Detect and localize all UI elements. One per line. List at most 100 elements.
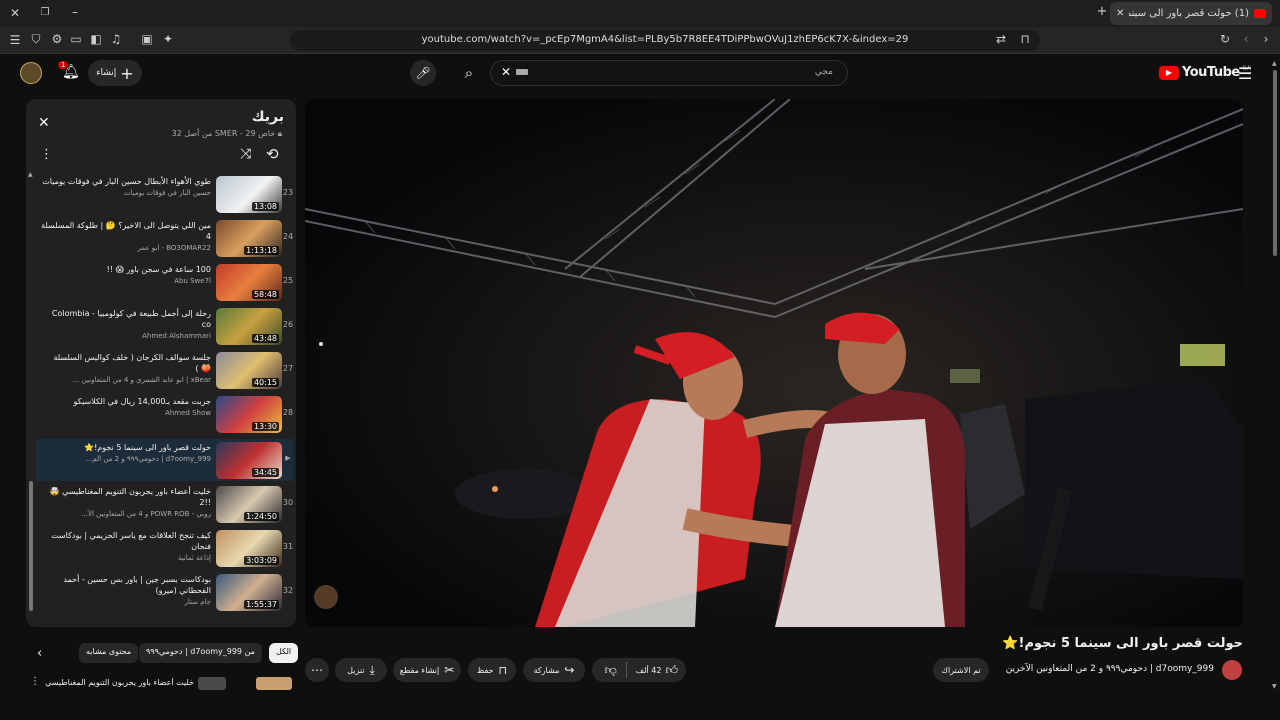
shuffle-icon[interactable]: ⤨ [240,146,251,162]
duration-badge: 43:48 [251,334,279,343]
clip-button[interactable]: ✂ إنشاء مقطع [393,658,461,682]
minimize-window-icon[interactable]: – [67,5,83,21]
close-tab-icon[interactable]: ✕ [1116,8,1124,19]
notifications-bell[interactable]: 🔔︎ 1 [58,61,80,81]
item-channel[interactable]: BO3OMAR22 - ابو عمر [41,244,211,252]
next-list-item[interactable]: ⋮ خليت أعضاء باور يجربون التنويم المغناط… [30,676,295,690]
voice-search-button[interactable]: 🎤︎ [410,60,436,86]
music-icon[interactable]: ♫ [108,32,124,48]
bookmark-icon[interactable]: ⊓ [1017,32,1033,48]
address-field[interactable]: youtube.com/watch?v=_pcEp7MgmA4&list=PLB… [290,30,1040,51]
chip-from-channel[interactable]: من d7oomy_999 | دحومي٩٩٩ [139,643,262,663]
video-thumbnail[interactable]: 34:45 [216,442,282,479]
thumbs-down-icon[interactable]: 👎︎ [605,663,617,678]
video-player[interactable] [305,99,1243,627]
restore-window-icon[interactable]: ❐ [37,6,53,22]
browser-tab-active[interactable]: (1) حولت قصر باور الى سينما 5 ✕ [1110,2,1272,25]
list-item[interactable]: 32 1:55:37 بودكاست بسبر جين | باور بس حس… [36,571,294,615]
keyboard-icon[interactable] [516,69,528,75]
item-channel[interactable]: حسين البار في فوقات يوميات [41,189,211,197]
tabs-icon[interactable]: ▭ [68,32,84,48]
like-button[interactable]: 👍︎ 42 ألف [636,663,678,678]
repeat-icon[interactable]: ⟲ [266,145,279,163]
item-title[interactable]: جلسة سوالف الكرجان ( خلف كواليس السلسلة … [41,352,211,374]
list-item[interactable]: 25 58:48 100 ساعة في سجن باور 😱 !! Abu Sw… [36,261,294,305]
item-title[interactable]: مين اللي يتوصل الى الاخير؟ 🤔 | طلوكة الم… [41,220,211,242]
close-icon[interactable]: ✕ [38,115,50,131]
item-channel[interactable]: روبي - POWR ROB و 4 من المتعاونين الآ... [41,510,211,518]
video-thumbnail[interactable]: 1:24:50 [216,486,282,523]
close-window-icon[interactable]: ✕ [7,6,23,22]
puzzle-icon[interactable]: ✦ [160,32,176,48]
chevron-left-icon[interactable]: ‹ [37,646,42,661]
list-item[interactable]: 24 1:13:18 مين اللي يتوصل الى الاخير؟ 🤔 … [36,217,294,261]
video-thumbnail[interactable]: 13:30 [216,396,282,433]
list-item-current[interactable]: ▶ 34:45 حولت قصر باور الى سينما 5 نجوم!⭐… [36,439,294,481]
guide-menu-icon[interactable]: ☰ [1238,64,1252,83]
forward-icon[interactable]: › [1258,32,1274,48]
item-title[interactable]: خليت أعضاء باور يجربون التنويم المغناطيس… [41,486,211,508]
more-options-icon[interactable]: ⋮ [40,147,53,162]
download-icon: ⤓ [369,662,375,677]
back-icon[interactable]: ‹ [1238,32,1254,48]
shield-icon[interactable]: ⛉ [28,32,44,48]
item-channel[interactable]: d7oomy_999 | دحومي٩٩٩ و 2 من الم... [41,455,211,463]
video-thumbnail[interactable]: 1:13:18 [216,220,282,257]
youtube-logo[interactable]: ▶ YouTube SA [1159,65,1251,80]
download-button[interactable]: ⤓ تنزيل [335,658,387,682]
item-title[interactable]: 100 ساعة في سجن باور 😱 !! [41,264,211,275]
search-button[interactable]: ⌕ [455,60,483,86]
video-thumbnail[interactable]: 58:48 [216,264,282,301]
item-channel[interactable]: Ahmed Alshammari [41,332,211,340]
list-item[interactable]: 28 13:30 جربت مقعد بـ14,000 ريال في الكل… [36,393,294,437]
list-item[interactable]: 31 3:03:09 كيف تنجح العلاقات مع ياسر الح… [36,527,294,571]
more-actions-button[interactable]: ⋯ [305,658,329,682]
scroll-up-icon[interactable]: ▲ [1272,60,1277,67]
scroll-up-icon[interactable]: ▲ [28,171,33,178]
save-button[interactable]: ⊓ حفظ [468,658,516,682]
scroll-down-icon[interactable]: ▼ [1272,683,1277,690]
extensions-icon[interactable]: ⚙ [49,32,65,48]
scrollbar-thumb[interactable] [1273,70,1277,256]
clear-search-icon[interactable]: ✕ [501,65,511,79]
channel-name[interactable]: d7oomy_999 | دحومي٩٩٩ و 2 من المتعاونين … [1006,664,1214,674]
avatar[interactable] [20,62,42,84]
item-title[interactable]: طوي الأهواء الأبطال حسين البار في فوقات … [41,176,211,187]
video-thumbnail[interactable]: 43:48 [216,308,282,345]
video-thumbnail[interactable]: 40:15 [216,352,282,389]
create-button[interactable]: إنشاء + [88,60,142,86]
item-title[interactable]: جربت مقعد بـ14,000 ريال في الكلاسيكو [41,396,211,407]
item-title[interactable]: بودكاست بسبر جين | باور بس حسين - أحمد ا… [41,574,211,596]
list-item[interactable]: 27 40:15 جلسة سوالف الكرجان ( خلف كواليس… [36,349,294,393]
new-tab-icon[interactable]: + [1094,5,1110,21]
list-item[interactable]: 30 1:24:50 خليت أعضاء باور يجربون التنوي… [36,483,294,527]
video-thumbnail[interactable]: 13:08 [216,176,282,213]
page-scrollbar[interactable]: ▲ ▼ [1272,60,1278,690]
menu-icon[interactable]: ☰ [7,33,23,49]
item-channel[interactable]: xBear | ابو عابد الشمري و 4 من المتعاوني… [41,376,211,384]
scrollbar-thumb[interactable] [29,481,33,611]
share-button[interactable]: ↪ مشاركة [523,658,585,682]
wallet-icon[interactable]: ▣ [139,32,155,48]
item-channel[interactable]: إذاعة ثمانية [41,554,211,562]
playlist-scrollbar[interactable]: ▲ [28,171,33,619]
item-channel[interactable]: Abu Swe7l [41,277,211,285]
sidebar-icon[interactable]: ◧ [88,32,104,48]
list-item[interactable]: 23 13:08 طوي الأهواء الأبطال حسين البار … [36,173,294,217]
chip-all[interactable]: الكل [269,643,299,663]
channel-avatar[interactable] [1222,660,1242,680]
item-channel[interactable]: جام ستار [41,598,211,606]
video-thumbnail[interactable]: 1:55:37 [216,574,282,611]
list-item[interactable]: 26 43:48 رحلة إلى أجمل طبيعة في كولومبيا… [36,305,294,349]
item-title[interactable]: كيف تنجح العلاقات مع ياسر الحزيمي | بودك… [41,530,211,552]
chip-related[interactable]: محتوى مشابه [79,643,139,663]
item-title[interactable]: رحلة إلى أجمل طبيعة في كولومبيا - Colomb… [41,308,211,330]
item-channel[interactable]: Ahmed Show [41,409,211,417]
refresh-icon[interactable]: ↻ [1217,32,1233,48]
share-link-icon[interactable]: ⇄ [993,32,1009,48]
more-options-icon[interactable]: ⋮ [30,676,40,687]
subscribe-button[interactable]: تم الاشتراك [933,658,989,682]
item-title[interactable]: حولت قصر باور الى سينما 5 نجوم!⭐ [41,442,211,453]
video-thumbnail[interactable]: 3:03:09 [216,530,282,567]
search-input[interactable]: مجي ✕ [490,60,848,86]
